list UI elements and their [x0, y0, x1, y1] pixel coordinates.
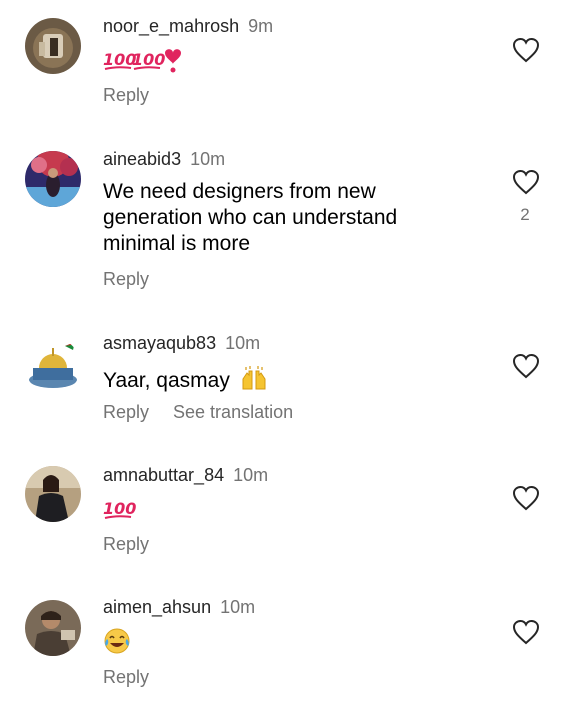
- timestamp: 10m: [190, 149, 226, 169]
- like-count: 2: [520, 205, 530, 224]
- reply-button[interactable]: Reply: [103, 269, 149, 289]
- comment-text-line: Yaar, qasmay: [103, 369, 230, 392]
- timestamp: 10m: [225, 333, 261, 353]
- comment-actions: Reply: [103, 268, 149, 290]
- svg-text:100: 100: [132, 50, 165, 69]
- comment-meta: amnabuttar_84 10m: [103, 464, 268, 486]
- reply-button[interactable]: Reply: [103, 402, 149, 422]
- avatar[interactable]: [25, 338, 81, 394]
- hundred-points-icon: 100: [132, 50, 165, 70]
- see-translation-button[interactable]: See translation: [173, 402, 293, 422]
- raising-hands-icon: [240, 365, 268, 398]
- comment-emojis: 100: [103, 494, 143, 524]
- svg-text:100: 100: [103, 499, 136, 518]
- heart-exclamation-icon: [165, 49, 181, 73]
- timestamp: 10m: [220, 597, 256, 617]
- avatar[interactable]: [25, 466, 81, 522]
- comment-meta: asmayaqub83 10m: [103, 332, 260, 354]
- reply-button[interactable]: Reply: [103, 85, 149, 105]
- comment-text: We need designers from new generation wh…: [103, 179, 463, 257]
- comment-text-line: generation who can understand: [103, 206, 398, 229]
- comment-emojis: [103, 627, 133, 657]
- username[interactable]: aimen_ahsun: [103, 597, 211, 617]
- username[interactable]: aineabid3: [103, 149, 181, 169]
- reply-button[interactable]: Reply: [103, 534, 149, 554]
- comment-meta: aimen_ahsun 10m: [103, 596, 255, 618]
- username[interactable]: noor_e_mahrosh: [103, 16, 239, 36]
- avatar[interactable]: [25, 18, 81, 74]
- like-heart-icon[interactable]: [512, 169, 540, 195]
- like-heart-icon[interactable]: [512, 37, 540, 63]
- avatar[interactable]: [25, 600, 81, 656]
- timestamp: 10m: [233, 465, 269, 485]
- reply-button[interactable]: Reply: [103, 667, 149, 687]
- comment-actions: Reply See translation: [103, 401, 293, 423]
- comment-emojis: 100 100: [103, 45, 193, 75]
- comment-actions: Reply: [103, 84, 149, 106]
- like-heart-icon[interactable]: [512, 619, 540, 645]
- tears-of-joy-icon: [104, 628, 130, 654]
- comment-meta: aineabid3 10m: [103, 148, 225, 170]
- username[interactable]: asmayaqub83: [103, 333, 216, 353]
- comment-meta: noor_e_mahrosh 9m: [103, 15, 273, 37]
- comment-text-line: We need designers from new: [103, 180, 376, 203]
- timestamp: 9m: [248, 16, 274, 36]
- comment-actions: Reply: [103, 666, 149, 688]
- avatar[interactable]: [25, 151, 81, 207]
- like-heart-icon[interactable]: [512, 485, 540, 511]
- comment-text: Yaar, qasmay: [103, 365, 463, 398]
- comment-actions: Reply: [103, 533, 149, 555]
- comment-text-line: minimal is more: [103, 232, 251, 255]
- like-heart-icon[interactable]: [512, 353, 540, 379]
- hundred-points-icon: 100: [103, 499, 136, 519]
- username[interactable]: amnabuttar_84: [103, 465, 224, 485]
